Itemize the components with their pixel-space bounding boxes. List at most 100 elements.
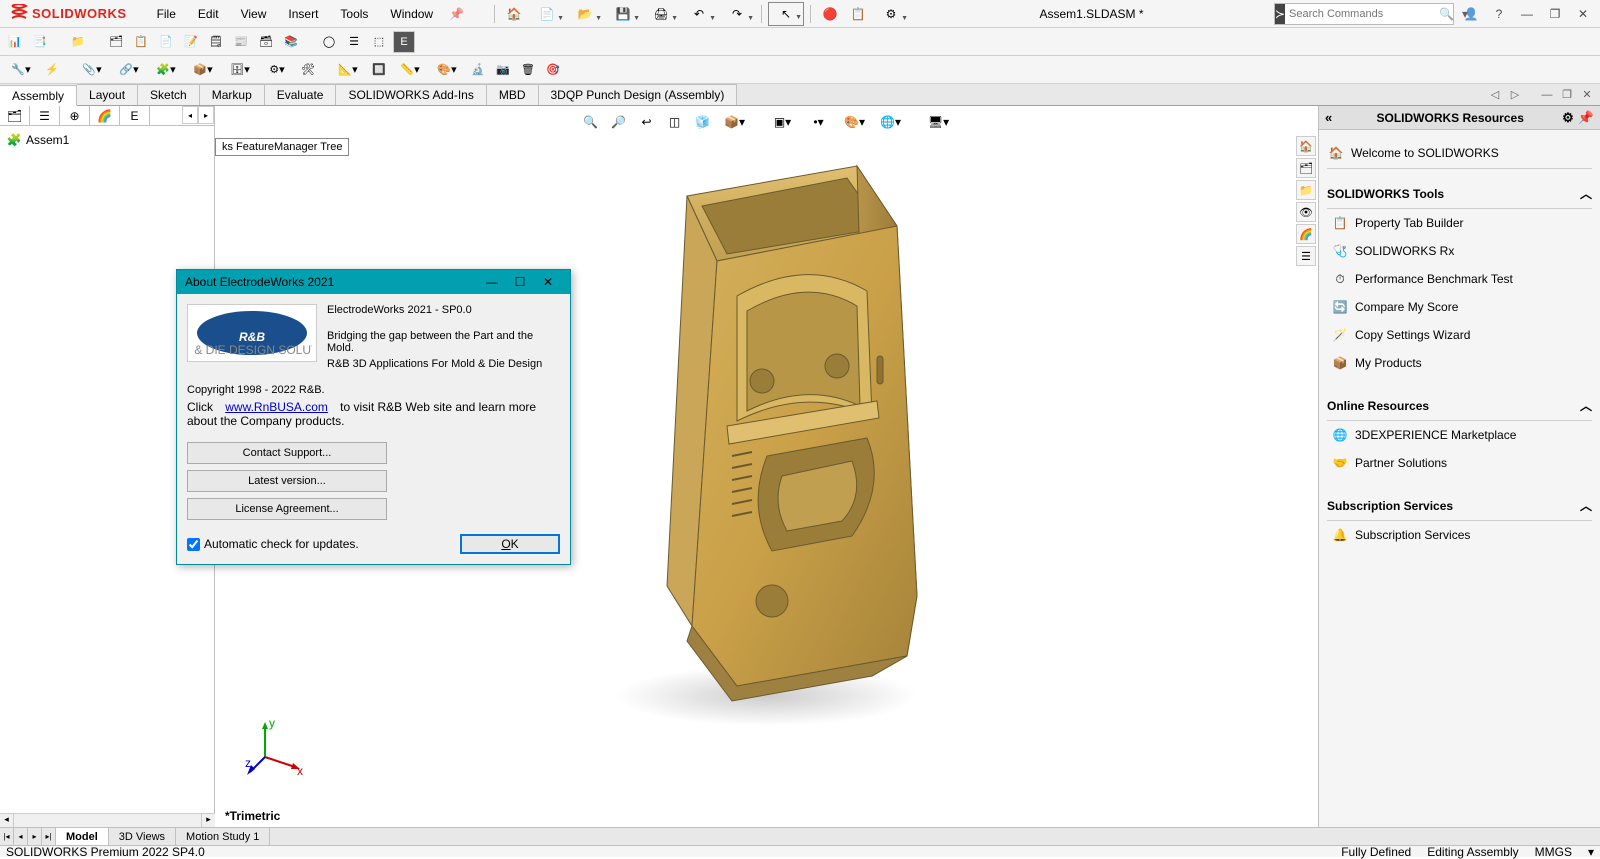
bt-last[interactable]: ▸| [42, 828, 56, 845]
rebuild-button[interactable]: 🔴 [817, 2, 843, 26]
search-input[interactable] [1285, 8, 1435, 20]
save-button[interactable]: 💾▼ [605, 2, 641, 26]
restore-button[interactable]: ❐ [1544, 3, 1566, 25]
bottom-tab-motion[interactable]: Motion Study 1 [176, 828, 270, 845]
file-properties-button[interactable]: 📋 [845, 2, 871, 26]
tb2-btn-16[interactable]: 🗑 [517, 59, 539, 81]
tree-root-item[interactable]: 🧩 Assem1 [4, 130, 210, 150]
hu-display-style[interactable]: ▣▾ [767, 110, 799, 134]
tb1-btn-5[interactable]: 📋 [130, 31, 152, 53]
fm-arrow-left[interactable]: ◂ [182, 106, 198, 124]
vsi-home-icon[interactable]: 🏠 [1296, 136, 1316, 156]
hu-zoom-fit[interactable]: 🔍 [579, 110, 603, 134]
tab-markup[interactable]: Markup [200, 84, 265, 105]
tb2-btn-3[interactable]: 📎▾ [75, 59, 109, 81]
task-pane-gear-icon[interactable]: ⚙ [1562, 110, 1574, 126]
fm-tab-feature-tree[interactable]: 🗂 [0, 106, 30, 125]
tab-assembly[interactable]: Assembly [0, 85, 77, 106]
search-icon[interactable]: 🔍 [1435, 7, 1458, 21]
tb1-btn-6[interactable]: 📄 [155, 31, 177, 53]
minimize-button[interactable]: — [1516, 3, 1538, 25]
close-button[interactable]: ✕ [1572, 3, 1594, 25]
section-online-header[interactable]: Online Resources ︿ [1327, 391, 1592, 421]
item-compare[interactable]: 🔄Compare My Score [1327, 293, 1592, 321]
fm-breadcrumb-flyout[interactable]: ks FeatureManager Tree [215, 138, 349, 156]
new-button[interactable]: 📄▼ [529, 2, 565, 26]
tab-sketch[interactable]: Sketch [138, 84, 200, 105]
menu-window[interactable]: Window [380, 3, 443, 25]
tab-addins[interactable]: SOLIDWORKS Add-Ins [336, 84, 486, 105]
open-button[interactable]: 📂▼ [567, 2, 603, 26]
fm-tab-config[interactable]: ⊕ [60, 106, 90, 125]
tb2-btn-13[interactable]: 🎨▾ [430, 59, 464, 81]
tb2-btn-10[interactable]: 📐▾ [331, 59, 365, 81]
hu-hide-show[interactable]: •▾ [803, 110, 835, 134]
dialog-titlebar[interactable]: About ElectrodeWorks 2021 — ☐ ✕ [177, 270, 570, 294]
mdi-minimize-button[interactable]: — [1538, 86, 1556, 104]
tab-3dqp[interactable]: 3DQP Punch Design (Assembly) [539, 84, 738, 105]
task-pane-pin-icon[interactable]: 📌 [1578, 110, 1594, 126]
task-pane-collapse-icon[interactable]: « [1325, 110, 1332, 125]
tb2-btn-7[interactable]: 🗄▾ [223, 59, 257, 81]
status-units[interactable]: MMGS [1535, 845, 1572, 859]
fm-tab-electrode[interactable]: E [120, 106, 150, 125]
hu-dynamic[interactable]: 🧊 [691, 110, 715, 134]
item-my-products[interactable]: 📦My Products [1327, 349, 1592, 377]
auto-update-checkbox[interactable]: Automatic check for updates. [187, 537, 359, 551]
command-prompt-icon[interactable]: ≻ [1275, 4, 1285, 24]
tb2-btn-2[interactable]: ⚡ [41, 59, 63, 81]
tb1-btn-10[interactable]: 🗃 [255, 31, 277, 53]
mdi-close-button[interactable]: ✕ [1578, 86, 1596, 104]
select-button[interactable]: ↖▼ [768, 2, 804, 26]
tb2-btn-6[interactable]: 📦▾ [186, 59, 220, 81]
bt-first[interactable]: |◂ [0, 828, 14, 845]
tb2-btn-15[interactable]: 📷 [492, 59, 514, 81]
mdi-restore-button[interactable]: ❐ [1558, 86, 1576, 104]
tb1-btn-12[interactable]: ◯ [318, 31, 340, 53]
tb1-btn-7[interactable]: 📝 [180, 31, 202, 53]
tb1-btn-2[interactable]: 📑 [29, 31, 51, 53]
fm-tab-display[interactable]: 🌈 [90, 106, 120, 125]
item-copy-settings[interactable]: 🪄Copy Settings Wizard [1327, 321, 1592, 349]
vsi-folder-icon[interactable]: 📁 [1296, 180, 1316, 200]
ok-button[interactable]: OK [460, 534, 560, 554]
tb2-btn-4[interactable]: 🔗▾ [112, 59, 146, 81]
dialog-minimize-button[interactable]: — [478, 271, 506, 293]
undo-button[interactable]: ↶▼ [681, 2, 717, 26]
redo-button[interactable]: ↷▼ [719, 2, 755, 26]
item-3dexperience[interactable]: 🌐3DEXPERIENCE Marketplace [1327, 421, 1592, 449]
help-icon[interactable]: ? [1488, 3, 1510, 25]
bottom-tab-model[interactable]: Model [56, 828, 109, 845]
bt-prev[interactable]: ◂ [14, 828, 28, 845]
dialog-close-button[interactable]: ✕ [534, 271, 562, 293]
tb2-btn-5[interactable]: 🧩▾ [149, 59, 183, 81]
auto-update-check-input[interactable] [187, 538, 200, 551]
options-button[interactable]: ⚙▼ [873, 2, 909, 26]
vsi-layers-icon[interactable]: 🗂 [1296, 158, 1316, 178]
mdi-prev-icon[interactable]: ◁ [1486, 86, 1504, 104]
tb2-btn-11[interactable]: 🔲 [368, 59, 390, 81]
hu-scene[interactable]: 🌐▾ [875, 110, 907, 134]
tab-layout[interactable]: Layout [77, 84, 138, 105]
item-rx[interactable]: 🩺SOLIDWORKS Rx [1327, 237, 1592, 265]
vsi-view-icon[interactable]: 👁 [1296, 202, 1316, 222]
print-button[interactable]: 🖨▼ [643, 2, 679, 26]
tab-mbd[interactable]: MBD [487, 84, 539, 105]
menu-view[interactable]: View [231, 3, 277, 25]
latest-version-button[interactable]: Latest version... [187, 470, 387, 492]
home-button[interactable]: 🏠 [501, 2, 527, 26]
vsi-custom-icon[interactable]: ☰ [1296, 246, 1316, 266]
dialog-maximize-button[interactable]: ☐ [506, 271, 534, 293]
login-icon[interactable]: 👤 [1460, 3, 1482, 25]
contact-support-button[interactable]: Contact Support... [187, 442, 387, 464]
hu-orientation[interactable]: 📦▾ [719, 110, 751, 134]
tb2-btn-17[interactable]: 🎯 [542, 59, 564, 81]
pin-icon[interactable]: 📌 [449, 7, 464, 21]
item-subscription[interactable]: 🔔Subscription Services [1327, 521, 1592, 549]
hu-zoom-area[interactable]: 🔎 [607, 110, 631, 134]
status-dropdown-icon[interactable]: ▾ [1588, 845, 1594, 859]
bt-next[interactable]: ▸ [28, 828, 42, 845]
license-agreement-button[interactable]: License Agreement... [187, 498, 387, 520]
tb2-btn-14[interactable]: 🔬 [467, 59, 489, 81]
tb1-btn-8[interactable]: 🗒 [205, 31, 227, 53]
